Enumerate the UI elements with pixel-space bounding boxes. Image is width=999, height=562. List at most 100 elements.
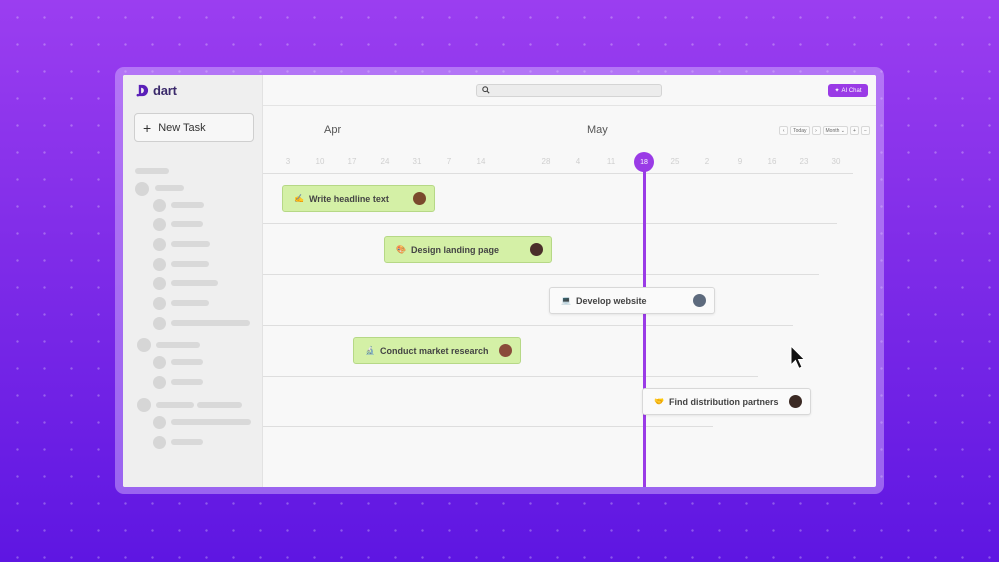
task-bar[interactable]: 🤝 Find distribution partners (642, 388, 811, 415)
day-label: 14 (476, 157, 486, 166)
avatar (413, 192, 426, 205)
avatar (789, 395, 802, 408)
task-title: Develop website (575, 295, 647, 306)
day-label: 24 (380, 157, 390, 166)
day-label: 9 (737, 157, 743, 166)
row-divider (263, 274, 819, 275)
skeleton-circle (137, 338, 151, 352)
task-emoji-icon: 🎨 (396, 245, 406, 254)
skeleton-line (171, 359, 203, 365)
skeleton-line (171, 300, 209, 306)
skeleton-line (171, 439, 203, 445)
task-emoji-icon: 💻 (561, 296, 571, 305)
day-label: 2 (704, 157, 710, 166)
day-label: 23 (799, 157, 809, 166)
zoom-in-icon: + (853, 127, 856, 134)
skeleton-line (171, 379, 203, 385)
task-title: Conduct market research (379, 345, 489, 356)
task-title: Find distribution partners (668, 396, 779, 407)
skeleton-circle (153, 238, 166, 251)
day-label: 7 (446, 157, 452, 166)
day-label: 10 (315, 157, 325, 166)
row-divider (263, 173, 853, 174)
zoom-out-icon: − (864, 127, 867, 134)
today-marker-line (643, 162, 646, 487)
zoom-in-button[interactable]: + (850, 126, 859, 135)
avatar (499, 344, 512, 357)
search-input[interactable] (476, 84, 662, 97)
skeleton-line (171, 261, 209, 267)
day-label: 3 (285, 157, 291, 166)
prev-button[interactable]: ‹ (779, 126, 789, 135)
search-icon (482, 86, 490, 94)
app-logo[interactable]: dart (136, 83, 177, 98)
skeleton-line (171, 241, 210, 247)
top-bar: ✦ AI Chat (263, 75, 876, 106)
day-label: 4 (575, 157, 581, 166)
skeleton-circle (153, 356, 166, 369)
skeleton-line (171, 419, 251, 425)
plus-icon: + (143, 119, 152, 136)
row-divider (263, 325, 793, 326)
skeleton-line (197, 402, 242, 408)
day-label: 11 (606, 157, 616, 166)
task-title: Write headline text (308, 193, 389, 204)
dart-logo-icon (136, 84, 149, 97)
ai-chat-label: AI Chat (841, 87, 862, 94)
timeline-controls: ‹ Today › Month ⌄ + − (779, 126, 870, 135)
skeleton-line (135, 168, 169, 174)
row-divider (263, 376, 758, 377)
skeleton-circle (135, 182, 149, 196)
skeleton-circle (153, 436, 166, 449)
row-divider (263, 223, 837, 224)
day-label: 28 (541, 157, 551, 166)
task-bar[interactable]: 🔬 Conduct market research (353, 337, 521, 364)
task-emoji-icon: 🤝 (654, 397, 664, 406)
chevron-down-icon: ⌄ (839, 127, 845, 134)
today-button[interactable]: Today (790, 126, 810, 135)
month-label: May (587, 124, 608, 136)
new-task-button[interactable]: + New Task (134, 113, 254, 142)
skeleton-circle (153, 317, 166, 330)
view-select[interactable]: Month ⌄ (822, 126, 848, 135)
skeleton-circle (153, 199, 166, 212)
avatar (530, 243, 543, 256)
view-select-label: Month (825, 127, 840, 134)
avatar (693, 294, 706, 307)
skeleton-line (155, 185, 184, 191)
sidebar: dart + New Task (123, 75, 263, 487)
skeleton-circle (153, 297, 166, 310)
skeleton-circle (153, 258, 166, 271)
skeleton-line (156, 342, 200, 348)
skeleton-line (156, 402, 194, 408)
task-emoji-icon: ✍️ (294, 194, 304, 203)
task-title: Design landing page (410, 244, 499, 255)
new-task-label: New Task (158, 121, 206, 134)
skeleton-line (171, 280, 218, 286)
mouse-cursor-icon (790, 345, 806, 370)
next-button[interactable]: › (811, 126, 821, 135)
day-label: 25 (670, 157, 680, 166)
skeleton-circle (137, 398, 151, 412)
skeleton-circle (153, 376, 166, 389)
day-label: 17 (347, 157, 357, 166)
skeleton-circle (153, 218, 166, 231)
skeleton-circle (153, 277, 166, 290)
skeleton-line (171, 320, 250, 326)
day-label: 16 (767, 157, 777, 166)
month-label: Apr (324, 124, 342, 136)
skeleton-line (171, 202, 204, 208)
task-emoji-icon: 🔬 (365, 346, 375, 355)
day-label: 30 (831, 157, 841, 166)
task-bar[interactable]: 🎨 Design landing page (384, 236, 552, 263)
task-bar[interactable]: ✍️ Write headline text (282, 185, 435, 212)
task-bar[interactable]: 💻 Develop website (549, 287, 715, 314)
skeleton-circle (153, 416, 166, 429)
app-name: dart (153, 83, 177, 98)
skeleton-line (171, 221, 203, 227)
today-marker: 18 (634, 152, 654, 172)
day-label: 31 (412, 157, 422, 166)
zoom-out-button[interactable]: − (861, 126, 870, 135)
ai-chat-button[interactable]: ✦ AI Chat (828, 84, 868, 97)
app-window: dart + New Task ✦ AI Chat Apr May ‹ Toda… (123, 75, 876, 487)
